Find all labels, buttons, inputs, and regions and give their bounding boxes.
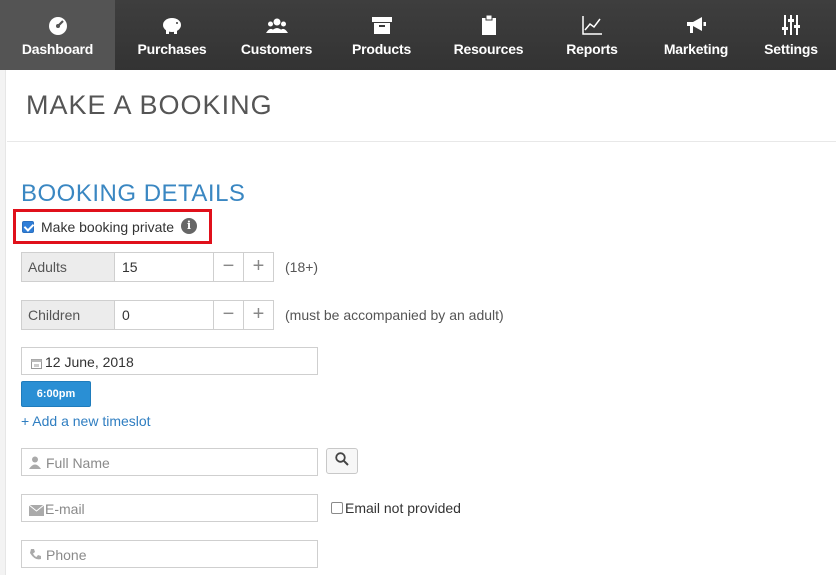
nav-label: Settings xyxy=(764,41,818,57)
page-header: MAKE A BOOKING xyxy=(7,70,836,142)
envelope-icon xyxy=(28,503,45,516)
children-minus-button[interactable]: − xyxy=(213,300,244,330)
date-value: 12 June, 2018 xyxy=(45,354,134,370)
info-icon[interactable]: i xyxy=(181,218,197,234)
nav-products[interactable]: Products xyxy=(324,0,439,70)
date-field[interactable]: 12 June, 2018 xyxy=(21,347,318,375)
nav-marketing[interactable]: Marketing xyxy=(646,0,746,70)
sliders-icon xyxy=(779,15,803,35)
line-chart-icon xyxy=(580,15,604,35)
email-not-provided-checkbox[interactable] xyxy=(331,502,343,514)
adults-minus-button[interactable]: − xyxy=(213,252,244,282)
children-label: Children xyxy=(21,300,115,330)
children-plus-button[interactable]: + xyxy=(243,300,274,330)
top-nav: Dashboard Purchases Customers Products R… xyxy=(0,0,836,70)
children-input[interactable]: 0 xyxy=(114,300,214,330)
nav-label: Dashboard xyxy=(21,41,94,57)
email-placeholder: E-mail xyxy=(45,501,85,517)
phone-placeholder: Phone xyxy=(46,547,87,563)
children-hint: (must be accompanied by an adult) xyxy=(285,307,504,323)
nav-settings[interactable]: Settings xyxy=(746,0,836,70)
nav-label: Customers xyxy=(240,41,313,57)
piggy-bank-icon xyxy=(160,15,184,35)
nav-label: Products xyxy=(351,41,412,57)
left-rail xyxy=(0,70,6,575)
nav-label: Resources xyxy=(453,41,524,57)
phone-field[interactable]: Phone xyxy=(21,540,318,568)
users-icon xyxy=(265,15,289,35)
full-name-field[interactable]: Full Name xyxy=(21,448,318,476)
timeslot-button[interactable]: 6:00pm xyxy=(21,381,91,407)
email-not-provided-label: Email not provided xyxy=(345,500,461,516)
nav-purchases[interactable]: Purchases xyxy=(115,0,229,70)
nav-label: Purchases xyxy=(137,41,207,57)
adults-hint: (18+) xyxy=(285,259,319,275)
add-timeslot-link[interactable]: + Add a new timeslot xyxy=(21,413,151,429)
adults-label: Adults xyxy=(21,252,115,282)
clipboard-icon xyxy=(477,15,501,35)
search-button[interactable] xyxy=(326,448,358,474)
adults-plus-button[interactable]: + xyxy=(243,252,274,282)
nav-dashboard[interactable]: Dashboard xyxy=(0,0,115,70)
nav-resources[interactable]: Resources xyxy=(439,0,538,70)
calendar-icon xyxy=(31,356,42,369)
search-icon xyxy=(335,451,349,471)
nav-label: Reports xyxy=(566,41,618,57)
nav-label: Marketing xyxy=(663,41,729,57)
box-icon xyxy=(370,15,394,35)
adults-input[interactable]: 15 xyxy=(114,252,214,282)
nav-reports[interactable]: Reports xyxy=(538,0,646,70)
nav-customers[interactable]: Customers xyxy=(229,0,324,70)
private-checkbox[interactable] xyxy=(22,221,34,233)
user-icon xyxy=(29,456,41,469)
full-name-placeholder: Full Name xyxy=(46,455,110,471)
phone-icon xyxy=(29,548,41,561)
megaphone-icon xyxy=(684,15,708,35)
dashboard-icon xyxy=(46,15,70,35)
private-label: Make booking private xyxy=(41,219,175,235)
email-field[interactable]: E-mail xyxy=(21,494,318,522)
page-title: MAKE A BOOKING xyxy=(26,90,273,120)
section-title: BOOKING DETAILS xyxy=(21,180,246,207)
